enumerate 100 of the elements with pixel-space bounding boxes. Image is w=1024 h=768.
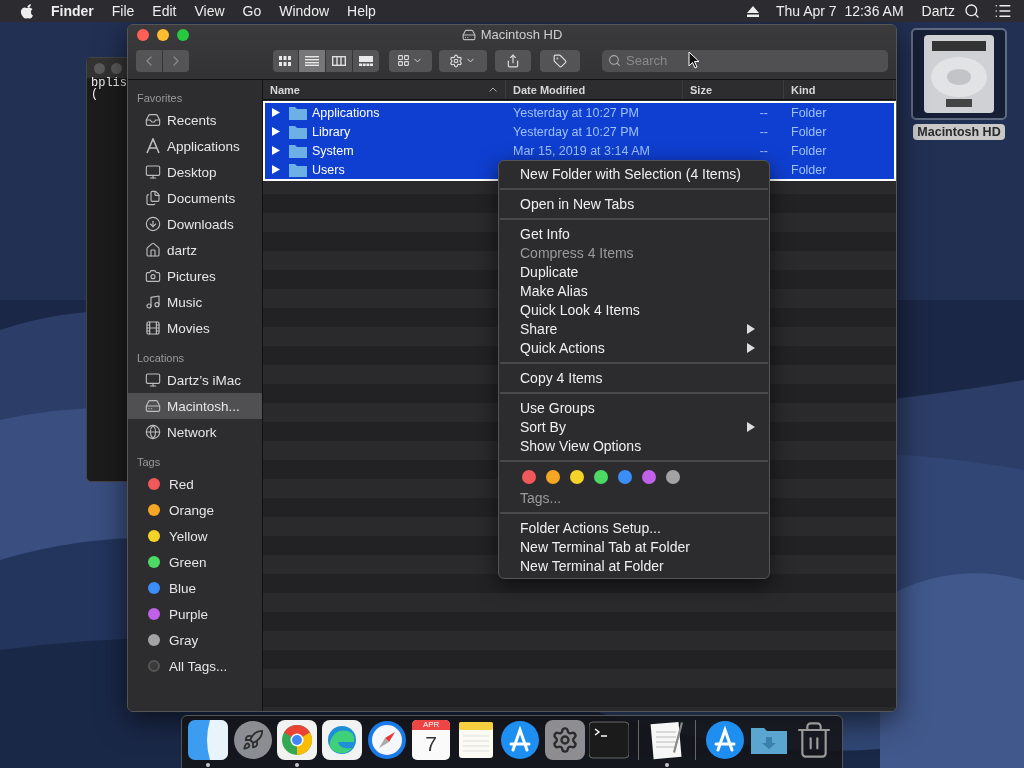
hard-drive-icon bbox=[145, 398, 161, 414]
disclosure-triangle-icon[interactable] bbox=[272, 127, 280, 136]
eject-icon[interactable] bbox=[746, 5, 759, 17]
menu-item[interactable]: Quick Actions bbox=[499, 338, 769, 357]
gear-icon[interactable] bbox=[544, 720, 585, 760]
group-button[interactable] bbox=[388, 49, 433, 72]
sidebar-item[interactable]: Yellow bbox=[128, 523, 262, 549]
search-icon bbox=[608, 53, 621, 67]
menu-item[interactable]: New Terminal Tab at Folder bbox=[499, 537, 769, 556]
menu-item[interactable]: Quick Look 4 Items bbox=[499, 300, 769, 319]
sidebar-item[interactable]: All Tags... bbox=[128, 653, 262, 679]
action-button[interactable] bbox=[439, 49, 487, 72]
sidebar-item[interactable]: Network bbox=[128, 419, 262, 445]
view-mode-button[interactable] bbox=[326, 49, 352, 72]
menu-item[interactable]: Edit bbox=[143, 3, 186, 19]
rocket-icon[interactable] bbox=[232, 720, 273, 760]
app-store-icon[interactable] bbox=[500, 720, 541, 760]
compass-icon[interactable] bbox=[366, 720, 407, 760]
tag-dot[interactable] bbox=[618, 470, 632, 484]
sidebar-item[interactable]: Blue bbox=[128, 575, 262, 601]
menu-item[interactable]: Go bbox=[233, 3, 271, 19]
menu-item[interactable]: Share bbox=[499, 319, 769, 338]
sidebar-item[interactable]: Gray bbox=[128, 627, 262, 653]
app-store-icon[interactable] bbox=[704, 720, 745, 760]
file-row[interactable]: Applications Yesterday at 10:27 PM -- Folder bbox=[265, 103, 894, 122]
tag-dot[interactable] bbox=[642, 470, 656, 484]
tag-dot[interactable] bbox=[546, 470, 560, 484]
menu-item[interactable]: New Folder with Selection (4 Items) bbox=[499, 164, 769, 183]
menu-item[interactable]: Copy 4 Items bbox=[499, 368, 769, 387]
disclosure-triangle-icon[interactable] bbox=[272, 165, 280, 174]
sidebar-item[interactable]: Green bbox=[128, 549, 262, 575]
terminal-icon[interactable] bbox=[589, 720, 630, 760]
clock[interactable]: Thu Apr 7 12:36 AM bbox=[766, 3, 913, 19]
search-icon[interactable] bbox=[964, 3, 980, 19]
menu-item[interactable]: Get Info bbox=[499, 224, 769, 243]
column-header[interactable]: Date Modified bbox=[506, 80, 683, 99]
list-icon[interactable] bbox=[994, 2, 1012, 20]
sidebar-item[interactable]: Dartz’s iMac bbox=[128, 367, 262, 393]
sidebar-item[interactable]: Pictures bbox=[128, 263, 262, 289]
sidebar-item[interactable]: Orange bbox=[128, 497, 262, 523]
menu-item[interactable]: New Terminal at Folder bbox=[499, 556, 769, 575]
tag-dot[interactable] bbox=[594, 470, 608, 484]
download-icon bbox=[145, 216, 161, 232]
user-name[interactable]: Dartz bbox=[912, 3, 964, 19]
sidebar-item[interactable]: Purple bbox=[128, 601, 262, 627]
tags-icon bbox=[148, 660, 160, 672]
menu-item[interactable]: Make Alias bbox=[499, 281, 769, 300]
minimize-button[interactable] bbox=[157, 29, 169, 41]
file-row[interactable]: System Mar 15, 2019 at 3:14 AM -- Folder bbox=[265, 141, 894, 160]
film-icon bbox=[145, 320, 161, 336]
column-header[interactable]: Name bbox=[263, 80, 506, 99]
disclosure-triangle-icon[interactable] bbox=[272, 108, 280, 117]
menu-item[interactable]: Folder Actions Setup... bbox=[499, 518, 769, 537]
search-field[interactable]: Search bbox=[602, 49, 888, 72]
disk-icon-frame[interactable] bbox=[911, 28, 1007, 120]
sidebar-item[interactable]: Desktop bbox=[128, 159, 262, 185]
view-mode-button[interactable] bbox=[272, 49, 299, 72]
column-header[interactable]: Kind bbox=[784, 80, 894, 99]
menu-item[interactable]: Tags... bbox=[499, 488, 769, 507]
menu-item[interactable]: File bbox=[102, 3, 144, 19]
menu-item[interactable]: Window bbox=[270, 3, 339, 19]
file-row[interactable]: Library Yesterday at 10:27 PM -- Folder bbox=[265, 122, 894, 141]
column-header[interactable]: Size bbox=[683, 80, 784, 99]
file-size: -- bbox=[759, 105, 768, 120]
apple-icon[interactable] bbox=[20, 3, 34, 19]
app-menu[interactable]: Finder bbox=[42, 3, 103, 19]
sidebar-item[interactable]: Movies bbox=[128, 315, 262, 341]
wave-icon[interactable] bbox=[322, 720, 362, 760]
menu-item[interactable]: View bbox=[185, 3, 234, 19]
view-mode-button[interactable] bbox=[299, 49, 325, 72]
sidebar-item[interactable]: Music bbox=[128, 289, 262, 315]
tag-dot[interactable] bbox=[666, 470, 680, 484]
menu-item[interactable]: Sort By bbox=[499, 417, 769, 436]
share-button[interactable] bbox=[494, 49, 532, 72]
color-wheel-icon[interactable] bbox=[277, 720, 318, 760]
sidebar-item[interactable]: Recents bbox=[128, 107, 262, 133]
tag-dot[interactable] bbox=[570, 470, 584, 484]
file-name: Applications bbox=[312, 105, 380, 120]
sidebar-item[interactable]: Macintosh... bbox=[128, 393, 262, 419]
menu-item[interactable]: Use Groups bbox=[499, 398, 769, 417]
menu-item[interactable]: Help bbox=[338, 3, 385, 19]
share-icon bbox=[506, 53, 521, 68]
zoom-button[interactable] bbox=[177, 29, 189, 41]
split-square-icon[interactable] bbox=[188, 720, 229, 760]
sidebar-item[interactable]: dartz bbox=[128, 237, 262, 263]
folder-icon bbox=[289, 105, 307, 120]
menu-item[interactable]: Show View Options bbox=[499, 436, 769, 455]
menu-item[interactable]: Duplicate bbox=[499, 262, 769, 281]
sidebar-item[interactable]: Applications bbox=[128, 133, 262, 159]
close-button[interactable] bbox=[137, 29, 149, 41]
sidebar-item[interactable]: Red bbox=[128, 471, 262, 497]
disk-label[interactable]: Macintosh HD bbox=[913, 124, 1005, 140]
view-mode-button[interactable] bbox=[352, 49, 379, 72]
disclosure-triangle-icon[interactable] bbox=[272, 146, 280, 155]
tag-button[interactable] bbox=[540, 49, 580, 72]
sidebar-item[interactable]: Downloads bbox=[128, 211, 262, 237]
sidebar-item[interactable]: Documents bbox=[128, 185, 262, 211]
calendar-icon[interactable]: APR 7 bbox=[412, 720, 451, 760]
menu-item[interactable]: Open in New Tabs bbox=[499, 194, 769, 213]
tag-dot[interactable] bbox=[522, 470, 536, 484]
